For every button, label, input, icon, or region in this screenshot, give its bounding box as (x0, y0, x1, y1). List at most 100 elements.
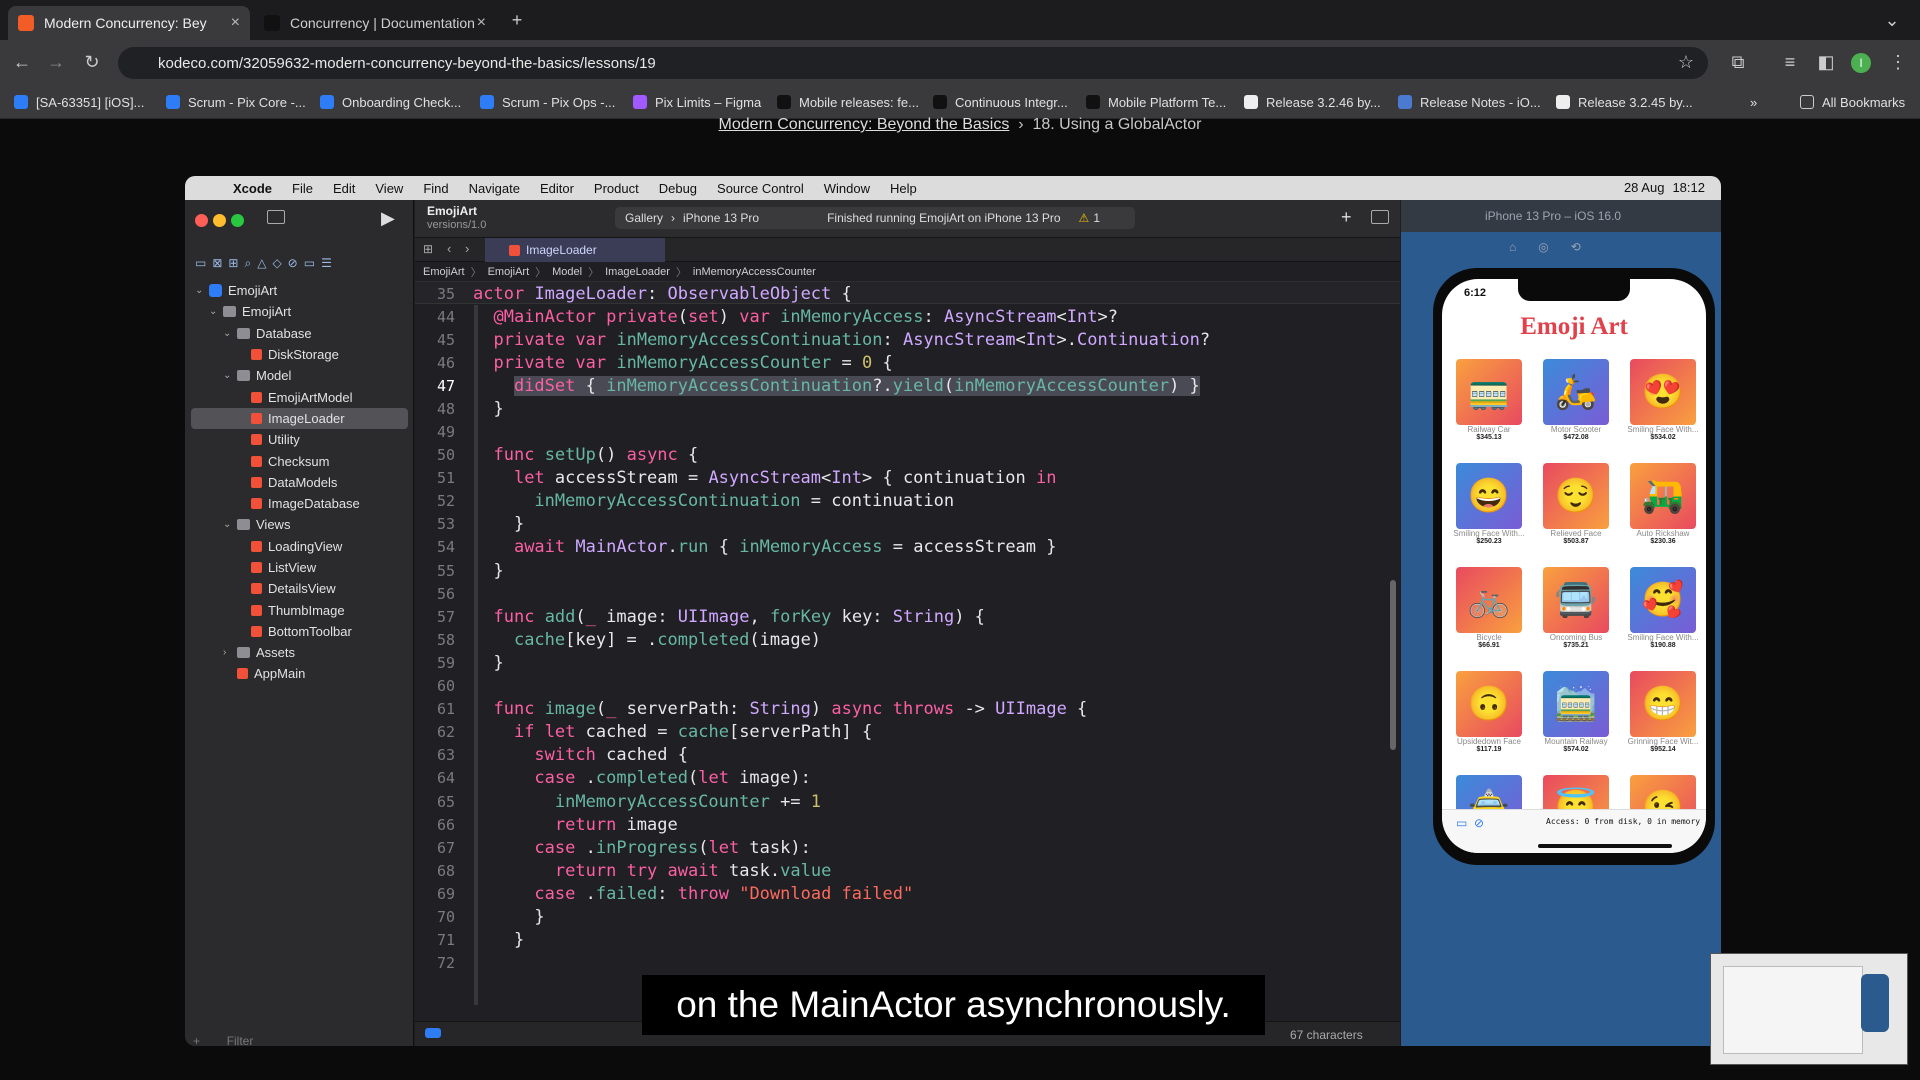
emoji-card[interactable]: 😁 Grinning Face Wit... $952.14 (1623, 671, 1703, 753)
tree-item-assets[interactable]: › Assets (185, 642, 414, 663)
tree-item-model[interactable]: ⌄ Model (185, 365, 414, 386)
tab-search-icon[interactable]: ⌄ (1880, 8, 1904, 32)
menu-xcode[interactable]: Xcode (233, 181, 272, 196)
tab-imageloader[interactable]: ImageLoader (485, 238, 665, 262)
breakpoints-toggle-icon[interactable] (425, 1028, 441, 1038)
emoji-card[interactable]: 🚃 Railway Car $345.13 (1449, 359, 1529, 441)
bookmark-item[interactable]: Pix Limits – Figma (633, 92, 761, 112)
bookmark-item[interactable]: Mobile releases: fe... (777, 92, 919, 112)
sidepanel-icon[interactable]: ◧ (1814, 50, 1838, 74)
code-line[interactable]: 65 inMemoryAccessCounter += 1 (415, 790, 1400, 813)
emoji-card[interactable]: 🚍 Oncoming Bus $735.21 (1536, 567, 1616, 649)
code-line[interactable]: 56 (415, 582, 1400, 605)
tree-item-diskstorage[interactable]: DiskStorage (185, 344, 414, 365)
tree-item-database[interactable]: ⌄ Database (185, 323, 414, 344)
code-line[interactable]: 68 return try await task.value (415, 859, 1400, 882)
emoji-card[interactable]: 🚞 Mountain Railway $574.02 (1536, 671, 1616, 753)
tree-item-datamodels[interactable]: DataModels (185, 472, 414, 493)
library-plus-icon[interactable]: + (1341, 207, 1352, 228)
emoji-card[interactable]: 🥰 Smiling Face With... $190.88 (1623, 567, 1703, 649)
disclosure-chevron-icon[interactable]: ⌄ (209, 306, 221, 317)
tree-item-loadingview[interactable]: LoadingView (185, 536, 414, 557)
code-line[interactable]: 72 (415, 952, 1400, 975)
bookmark-item[interactable]: [SA-63351] [iOS]... (14, 92, 144, 112)
close-tab-icon[interactable]: × (231, 14, 240, 32)
nav-back-icon[interactable]: ‹ (447, 241, 451, 256)
nav-forward-icon[interactable]: › (465, 241, 469, 256)
disclosure-chevron-icon[interactable]: ⌄ (223, 370, 235, 381)
screenshot-icon[interactable]: ◎ (1538, 240, 1548, 254)
code-line[interactable]: 50 func setUp() async { (415, 444, 1400, 467)
jumpbar-item[interactable]: EmojiArt (423, 266, 465, 278)
emoji-card[interactable]: 😍 Smiling Face With... $534.02 (1623, 359, 1703, 441)
folder-icon[interactable]: ▭ (1456, 816, 1467, 830)
forward-icon[interactable]: → (44, 50, 68, 74)
code-line[interactable]: 54 await MainActor.run { inMemoryAccess … (415, 536, 1400, 559)
menu-product[interactable]: Product (594, 181, 639, 196)
tree-item-appmain[interactable]: AppMain (185, 663, 414, 684)
tree-item-thumbimage[interactable]: ThumbImage (185, 599, 414, 620)
menu-debug[interactable]: Debug (659, 181, 697, 196)
emoji-card[interactable]: 😌 Relieved Face $503.87 (1536, 463, 1616, 545)
bookmark-item[interactable]: Release Notes - iO... (1398, 92, 1541, 112)
emoji-card[interactable]: 🙃 Upsidedown Face $117.19 (1449, 671, 1529, 753)
inspector-toggle-icon[interactable] (1371, 210, 1389, 224)
close-tab-icon[interactable]: × (477, 14, 486, 32)
code-line[interactable]: 61 func image(_ serverPath: String) asyn… (415, 698, 1400, 721)
code-line[interactable]: 64 case .completed(let image): (415, 767, 1400, 790)
code-line[interactable]: 71 } (415, 929, 1400, 952)
sidebar-toggle-icon[interactable] (267, 210, 285, 224)
code-line[interactable]: 62 if let cached = cache[serverPath] { (415, 721, 1400, 744)
code-line[interactable]: 52 inMemoryAccessContinuation = continua… (415, 490, 1400, 513)
menu-view[interactable]: View (375, 181, 403, 196)
course-link[interactable]: Modern Concurrency: Beyond the Basics (719, 116, 1010, 133)
tree-item-views[interactable]: ⌄ Views (185, 514, 414, 535)
tree-item-imageloader[interactable]: ImageLoader (191, 407, 408, 430)
extensions-icon[interactable]: ⧉ (1726, 50, 1750, 74)
code-line[interactable]: 66 return image (415, 813, 1400, 836)
bookmark-item[interactable]: Mobile Platform Te... (1086, 92, 1226, 112)
code-line[interactable]: 67 case .inProgress(let task): (415, 836, 1400, 859)
disclosure-chevron-icon[interactable]: ⌄ (223, 328, 235, 339)
profile-avatar[interactable]: I (1851, 53, 1871, 73)
code-line[interactable]: 47 didSet { inMemoryAccessContinuation?.… (415, 374, 1400, 397)
device-label[interactable]: iPhone 13 Pro (683, 211, 759, 225)
code-line[interactable]: 57 func add(_ image: UIImage, forKey key… (415, 605, 1400, 628)
home-icon[interactable]: ⌂ (1509, 240, 1516, 254)
jumpbar-item[interactable]: Model (552, 266, 582, 278)
symbol-icon[interactable]: ⊞ (228, 256, 238, 274)
menu-file[interactable]: File (292, 181, 313, 196)
filter-field[interactable]: Filter (227, 1034, 254, 1046)
bookmark-item[interactable]: Continuous Integr... (933, 92, 1068, 112)
menu-edit[interactable]: Edit (333, 181, 355, 196)
bookmark-item[interactable]: Scrum - Pix Ops -... (480, 92, 615, 112)
grid-icon[interactable]: ⊞ (423, 242, 433, 256)
zoom-window-button[interactable] (231, 214, 244, 227)
trash-icon[interactable]: ⊘ (1474, 816, 1484, 830)
back-icon[interactable]: ← (10, 50, 34, 74)
tree-item-imagedatabase[interactable]: ImageDatabase (185, 493, 414, 514)
code-line[interactable]: 60 (415, 675, 1400, 698)
code-line[interactable]: 46 private var inMemoryAccessCounter = 0… (415, 351, 1400, 374)
menu-window[interactable]: Window (824, 181, 870, 196)
minimize-window-button[interactable] (213, 214, 226, 227)
debug-icon[interactable]: ⊘ (288, 256, 298, 274)
menu-source-control[interactable]: Source Control (717, 181, 804, 196)
test-icon[interactable]: ◇ (272, 256, 281, 274)
code-line[interactable]: 59 } (415, 651, 1400, 674)
run-icon[interactable]: ▶ (381, 208, 395, 229)
bookmark-item[interactable]: Onboarding Check... (320, 92, 461, 112)
code-line[interactable]: 51 let accessStream = AsyncStream<Int> {… (415, 467, 1400, 490)
emoji-card[interactable]: 😄 Smiling Face With... $250.23 (1449, 463, 1529, 545)
source-control-icon[interactable]: ⊠ (212, 256, 222, 274)
tree-item-detailsview[interactable]: DetailsView (185, 578, 414, 599)
browser-tab-2[interactable]: Concurrency | Documentation × (254, 6, 496, 40)
url-input[interactable]: kodeco.com/32059632-modern-concurrency-b… (118, 47, 1708, 79)
video-preview-thumbnail[interactable] (1710, 953, 1908, 1065)
find-icon[interactable]: ⌕ (244, 256, 251, 274)
menu-icon[interactable]: ⋮ (1886, 50, 1910, 74)
menu-navigate[interactable]: Navigate (469, 181, 520, 196)
emoji-card[interactable]: 🛵 Motor Scooter $472.08 (1536, 359, 1616, 441)
filter-bar[interactable]: + Filter (193, 1034, 406, 1046)
tree-item-emojiart[interactable]: ⌄ EmojiArt (185, 280, 414, 301)
